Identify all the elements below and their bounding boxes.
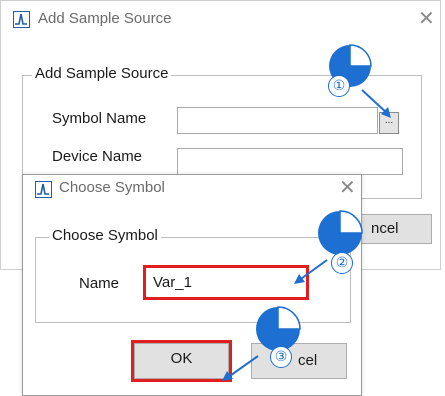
symbol-name-input[interactable] [177,107,378,134]
step-1-badge: ① [328,75,350,97]
symbol-name-label: Symbol Name [52,110,147,127]
name-label: Name [79,275,120,292]
close-icon[interactable]: ✕ [339,178,356,198]
dialog-title: Choose Symbol [59,179,165,196]
ok-highlight [131,340,232,382]
arrow-1-icon [361,89,391,118]
device-name-label: Device Name [52,148,143,165]
cancel-button-label: ncel [371,220,399,237]
step-3-badge: ③ [270,346,292,368]
device-name-input[interactable] [177,148,403,175]
arrow-3-icon [222,355,259,381]
name-input[interactable] [147,269,305,296]
cancel-button[interactable]: ncel [356,214,432,244]
dialog-title: Add Sample Source [38,10,172,27]
group-title: Choose Symbol [49,227,161,244]
waveform-icon [13,11,30,28]
waveform-icon [35,181,52,198]
step-2-badge: ② [331,252,353,274]
group-title: Add Sample Source [32,65,172,82]
arrow-2-icon [294,259,328,284]
close-icon[interactable]: ✕ [418,9,435,29]
